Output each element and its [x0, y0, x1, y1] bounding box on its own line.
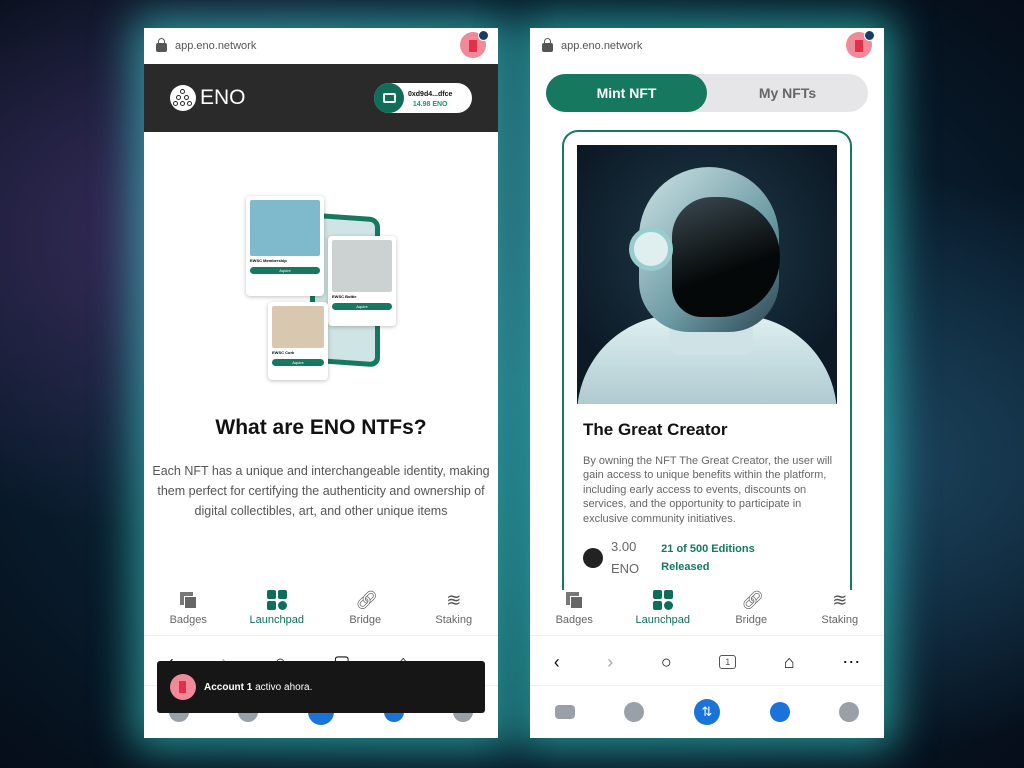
back-icon[interactable]: ‹	[554, 652, 560, 673]
browser-toolbar: ‹ › ○ 1 ⌂ ⋯	[530, 640, 884, 684]
wallet-balance: 14.98 ENO	[412, 100, 448, 108]
wallet-tab-bar: ⇅	[530, 685, 884, 738]
editions-released: 21 of 500 Editions Released	[661, 543, 755, 574]
logo-text: ENO	[200, 86, 246, 109]
network-badge-icon	[478, 30, 489, 41]
account-toast: Account 1 activo ahora.	[157, 661, 485, 713]
grid-icon	[652, 590, 673, 610]
nft-card: The Great Creator By owning the NFT The …	[562, 130, 852, 600]
app-bottom-nav: Badges Launchpad 🔗︎ Bridge ≋ Staking	[144, 590, 498, 636]
wallet-icon	[374, 83, 404, 113]
toast-account: Account 1	[204, 681, 253, 693]
search-icon[interactable]: ○	[661, 652, 672, 673]
badges-icon	[178, 590, 198, 610]
explore-icon[interactable]	[769, 702, 790, 722]
url-text: app.eno.network	[175, 40, 257, 52]
account-avatar[interactable]	[460, 30, 489, 58]
nav-staking[interactable]: ≋ Staking	[419, 590, 489, 635]
swap-icon[interactable]: ⇅	[693, 699, 720, 725]
nav-badges[interactable]: Badges	[539, 590, 609, 635]
left-phone: app.eno.network ENO 0xd9d4...dfce 14.98 …	[144, 28, 498, 738]
right-phone: app.eno.network Mint NFT My NFTs The Gre…	[530, 28, 884, 738]
nft-title: The Great Creator	[583, 420, 728, 439]
grid-icon	[266, 590, 287, 610]
wallet-tab-icon[interactable]	[554, 705, 575, 719]
badges-icon	[564, 590, 584, 610]
layers-icon: ≋	[446, 590, 462, 610]
layers-icon: ≋	[832, 590, 848, 610]
section-description: Each NFT has a unique and interchangeabl…	[152, 464, 490, 518]
illus-card: EWSC Bottle Aquire	[328, 236, 396, 326]
tab-my-nfts[interactable]: My NFTs	[707, 74, 868, 112]
tabs-icon[interactable]: 1	[719, 655, 737, 669]
link-icon: 🔗︎	[741, 590, 765, 610]
nav-staking[interactable]: ≋ Staking	[805, 590, 875, 635]
url-bar[interactable]: app.eno.network	[144, 28, 498, 64]
home-icon[interactable]: ⌂	[784, 652, 795, 673]
url-bar[interactable]: app.eno.network	[530, 28, 884, 64]
account-avatar[interactable]	[846, 30, 875, 58]
nav-launchpad[interactable]: Launchpad	[628, 590, 698, 635]
illus-card: EWSC Membership Aquire	[246, 196, 324, 296]
toast-avatar	[170, 674, 196, 700]
forward-icon[interactable]: ›	[607, 652, 613, 673]
wallet-button[interactable]: 0xd9d4...dfce 14.98 ENO	[374, 83, 472, 113]
more-icon[interactable]: ⋯	[842, 652, 860, 673]
nft-price: 3.00 ENO 21 of 500 Editions Released	[583, 536, 837, 580]
nft-description: By owning the NFT The Great Creator, the…	[583, 455, 833, 525]
nft-illustration: EWSC Membership Aquire EWSC Bottle Aquire …	[230, 190, 410, 380]
url-text: app.eno.network	[561, 40, 643, 52]
wallet-address: 0xd9d4...dfce	[408, 90, 453, 98]
nav-bridge[interactable]: 🔗︎ Bridge	[716, 590, 786, 635]
link-icon: 🔗︎	[355, 590, 379, 610]
section-title: What are ENO NTFs?	[215, 416, 427, 439]
nft-image	[577, 145, 837, 404]
app-bottom-nav: Badges Launchpad 🔗︎ Bridge ≋ Staking	[530, 590, 884, 636]
settings-icon[interactable]	[839, 702, 860, 722]
network-badge-icon	[864, 30, 875, 41]
lock-icon	[156, 38, 167, 52]
nft-tabs: Mint NFT My NFTs	[546, 74, 868, 112]
nav-launchpad[interactable]: Launchpad	[242, 590, 312, 635]
app-header: ENO 0xd9d4...dfce 14.98 ENO	[144, 64, 498, 132]
nav-bridge[interactable]: 🔗︎ Bridge	[330, 590, 400, 635]
toast-message: activo ahora.	[255, 681, 313, 693]
tab-mint-nft[interactable]: Mint NFT	[546, 74, 707, 112]
history-icon[interactable]	[624, 702, 645, 722]
eno-logo-icon	[170, 85, 196, 111]
eno-logo[interactable]: ENO	[170, 85, 246, 111]
nav-badges[interactable]: Badges	[153, 590, 223, 635]
eno-token-icon	[583, 548, 603, 569]
illus-card: EWSC Cork Aquire	[268, 302, 328, 380]
lock-icon	[542, 38, 553, 52]
